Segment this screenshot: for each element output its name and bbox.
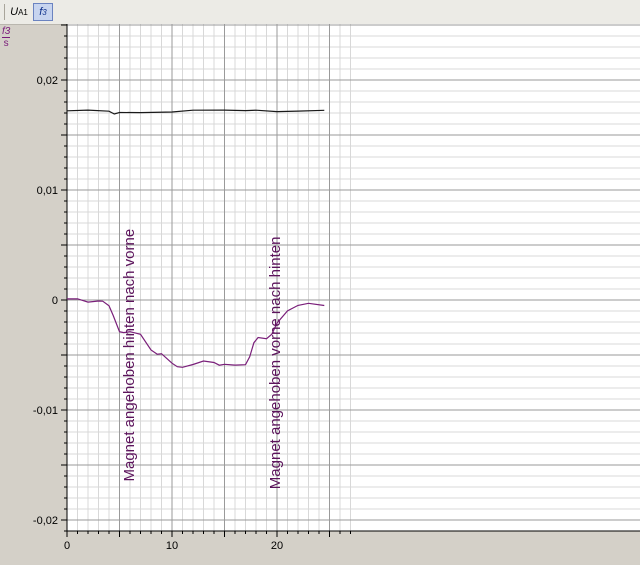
- line-chart: 0,02 0,01 0 -0,01 -0,02 0 10 20 Magnet angehobe…: [33, 24, 640, 552]
- annotation-label: Magnet angehoben hinten nach vorne: [121, 229, 138, 482]
- y-tick-label: 0,02: [37, 75, 58, 87]
- y-tick-label: -0,02: [33, 515, 58, 527]
- x-tick-label: 10: [166, 540, 178, 552]
- chart-window: U A1 f3 f3 s 0,02 0,01 0 -0,01 -0,02 0 10 20 Mag…: [0, 0, 640, 565]
- y-tick-label: -0,01: [33, 405, 58, 417]
- y-tick-label: 0,01: [37, 185, 58, 197]
- x-tick-label: 0: [64, 540, 70, 552]
- x-tick-label: 20: [271, 540, 283, 552]
- annotation-label: Magnet angehoben vorne nach hinten: [267, 236, 284, 489]
- y-tick-label: 0: [52, 295, 58, 307]
